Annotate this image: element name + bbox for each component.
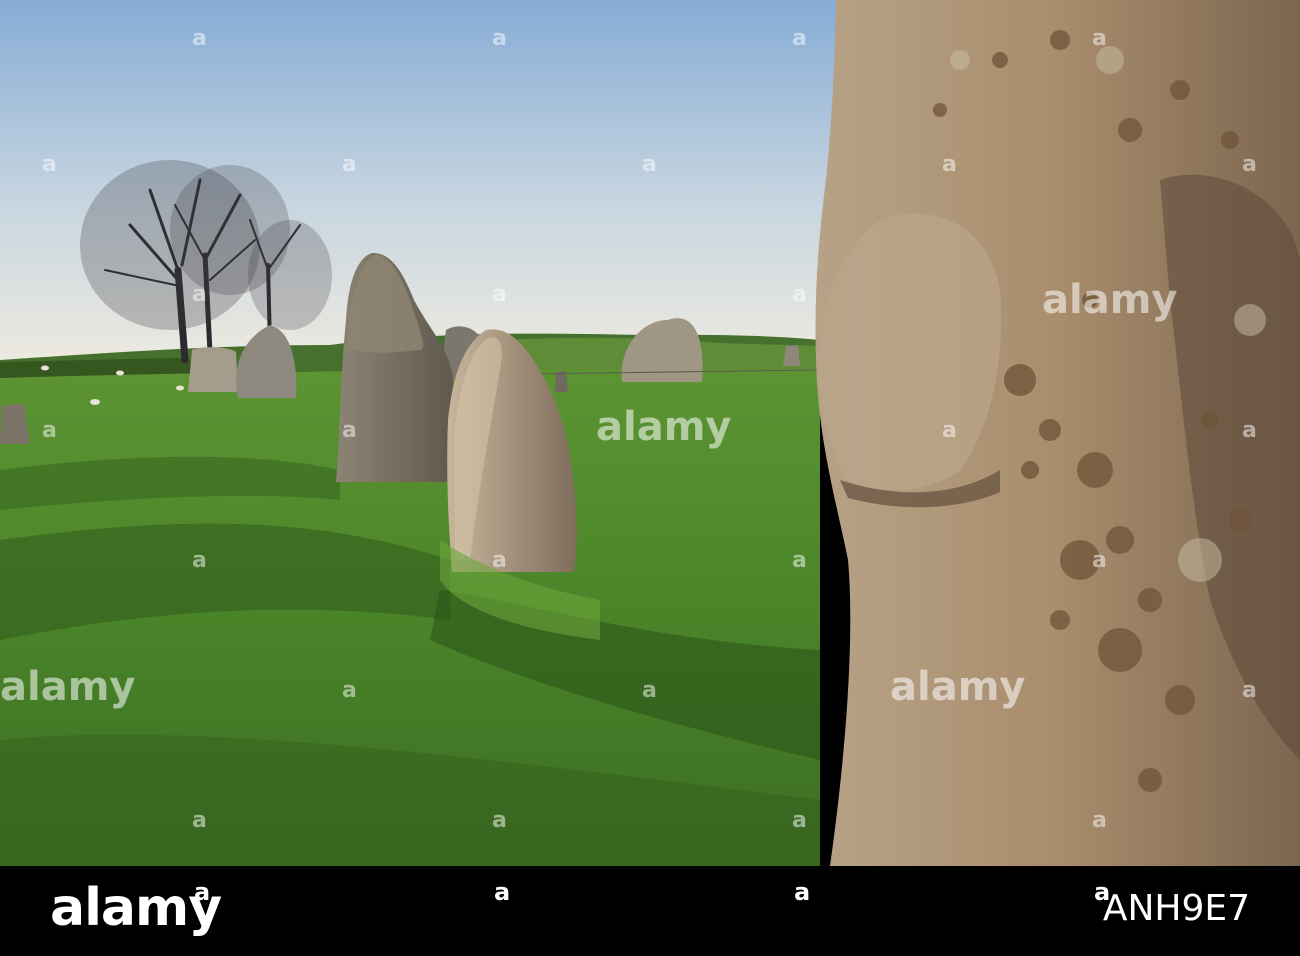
footer-bar: a a a a alamy ANH9E7 bbox=[0, 866, 1300, 956]
stone-circle-scene bbox=[0, 0, 1300, 866]
footer-mark: a bbox=[494, 878, 511, 906]
distant-stone bbox=[555, 371, 568, 392]
distant-stone bbox=[188, 347, 238, 392]
photograph bbox=[0, 0, 1300, 866]
footer-mark: a bbox=[794, 878, 811, 906]
photo-frame: alamy alamy alamy alamy a a a a a a a a … bbox=[0, 0, 1300, 956]
alamy-logo: alamy bbox=[50, 878, 222, 938]
image-id: ANH9E7 bbox=[1102, 888, 1250, 929]
